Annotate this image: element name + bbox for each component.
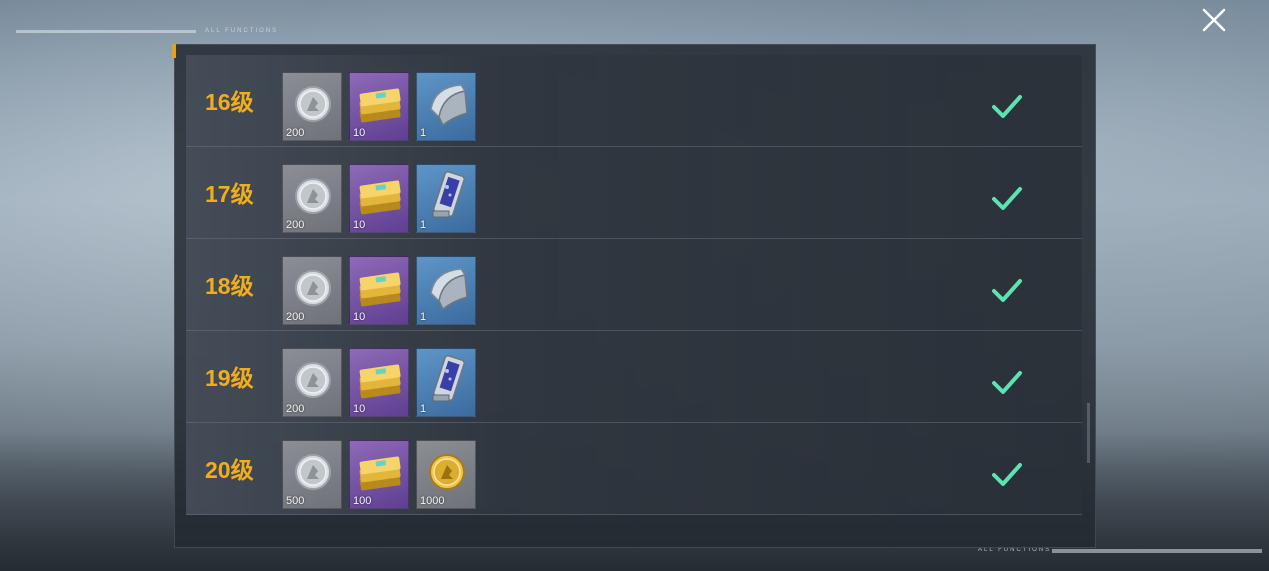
item-count: 200: [286, 219, 305, 231]
reward-row: 19级 200 10 1: [186, 331, 1082, 423]
reward-list: 16级 200 10 1 17级 200 10 1 18级 200 10 1 1…: [186, 55, 1082, 515]
item-count: 10: [353, 219, 366, 231]
reward-item[interactable]: 200: [282, 256, 342, 325]
reward-items: 200 10 1: [282, 164, 476, 233]
reward-item[interactable]: 10: [349, 72, 409, 141]
reward-item[interactable]: 100: [349, 440, 409, 509]
reward-item[interactable]: 1: [416, 256, 476, 325]
check-icon: [992, 187, 1022, 210]
reward-row: 16级 200 10 1: [186, 55, 1082, 147]
level-label: 20级: [205, 457, 254, 483]
level-label: 18级: [205, 273, 254, 299]
panel-accent: [172, 44, 176, 58]
reward-item[interactable]: 1: [416, 72, 476, 141]
item-count: 500: [286, 495, 305, 507]
reward-items: 500 100 1000: [282, 440, 476, 509]
reward-item[interactable]: 1: [416, 348, 476, 417]
header-label: ALL FUNCTIONS: [205, 28, 279, 34]
reward-item[interactable]: 10: [349, 164, 409, 233]
item-count: 10: [353, 311, 366, 323]
reward-item[interactable]: 500: [282, 440, 342, 509]
reward-item[interactable]: 200: [282, 72, 342, 141]
reward-item[interactable]: 200: [282, 348, 342, 417]
reward-row: 17级 200 10 1: [186, 147, 1082, 239]
close-button[interactable]: [1199, 5, 1229, 35]
item-count: 1: [420, 403, 427, 415]
reward-item[interactable]: 1000: [416, 440, 476, 509]
reward-item[interactable]: 10: [349, 348, 409, 417]
item-count: 1: [420, 311, 427, 323]
item-count: 200: [286, 127, 305, 139]
check-icon: [992, 371, 1022, 394]
header-deco-line: [16, 30, 196, 33]
item-count: 10: [353, 127, 366, 139]
check-icon: [992, 463, 1022, 486]
item-count: 10: [353, 403, 366, 415]
close-icon: [1202, 8, 1226, 32]
reward-item[interactable]: 1: [416, 164, 476, 233]
footer-deco-line: [1052, 549, 1262, 553]
item-count: 1: [420, 127, 427, 139]
reward-items: 200 10 1: [282, 256, 476, 325]
level-label: 16级: [205, 89, 254, 115]
item-count: 1000: [420, 495, 445, 507]
level-label: 17级: [205, 181, 254, 207]
item-count: 1: [420, 219, 427, 231]
reward-row: 20级 500 100 1000: [186, 423, 1082, 515]
reward-item[interactable]: 10: [349, 256, 409, 325]
reward-items: 200 10 1: [282, 348, 476, 417]
item-count: 100: [353, 495, 372, 507]
level-label: 19级: [205, 365, 254, 391]
reward-items: 200 10 1: [282, 72, 476, 141]
check-icon: [992, 279, 1022, 302]
check-icon: [992, 95, 1022, 118]
panel-scrollbar[interactable]: [1087, 403, 1090, 463]
item-count: 200: [286, 403, 305, 415]
item-count: 200: [286, 311, 305, 323]
reward-row: 18级 200 10 1: [186, 239, 1082, 331]
reward-item[interactable]: 200: [282, 164, 342, 233]
